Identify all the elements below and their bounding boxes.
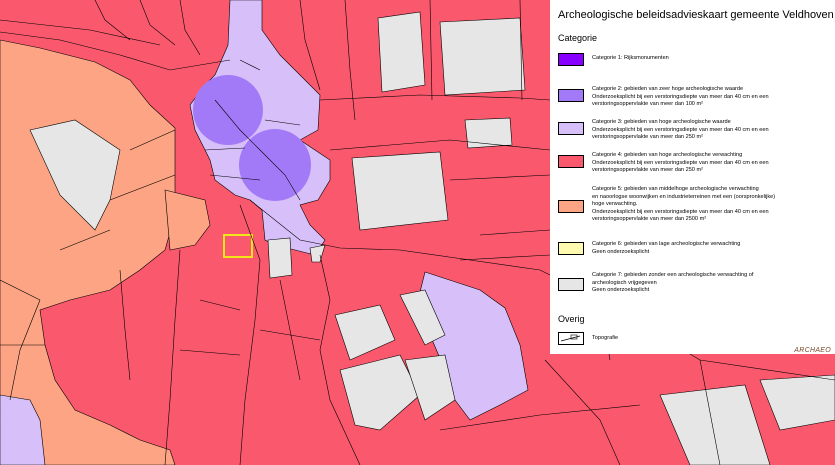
- parcel-grey: [377, 11, 426, 93]
- legend-item-text: Categorie 6: gebieden van lage archeolog…: [592, 241, 741, 255]
- legend-item-text: Categorie 1: Rijksmonumenten: [592, 55, 669, 61]
- parcel-grey: [351, 151, 449, 231]
- legend-swatch: [558, 155, 584, 168]
- area-category-2-circle-north: [193, 75, 263, 145]
- legend-swatch: [558, 278, 584, 291]
- map-legend: Archeologische beleidsadvieskaart gemeen…: [550, 0, 835, 354]
- legend-swatch: [558, 242, 584, 255]
- legend-other-heading: Overig: [558, 314, 585, 324]
- legend-swatch: [558, 53, 584, 66]
- legend-item-text: Categorie 2: gebieden van zeer hoge arch…: [592, 86, 769, 108]
- legend-item-text: Categorie 7: gebieden zonder een archeol…: [592, 272, 754, 294]
- parcel-grey: [267, 237, 293, 279]
- legend-category-heading: Categorie: [558, 33, 598, 43]
- legend-title: Archeologische beleidsadvieskaart gemeen…: [558, 9, 834, 21]
- parcel-grey: [439, 17, 526, 96]
- legend-item-text: Categorie 4: gebieden van hoge archeolog…: [592, 152, 769, 174]
- legend-swatch: [558, 89, 584, 102]
- legend-swatch: [558, 122, 584, 135]
- archaeo-logo: ARCHAEO: [794, 347, 831, 354]
- parcel-grey: [464, 117, 513, 149]
- legend-item-text: Categorie 3: gebieden van hoge archeolog…: [592, 119, 769, 141]
- legend-item-text: Categorie 5: gebieden van middelhoge arc…: [592, 186, 776, 223]
- topography-swatch-icon: [558, 332, 584, 345]
- legend-item-text: Topografie: [592, 335, 619, 341]
- legend-swatch: [558, 200, 584, 213]
